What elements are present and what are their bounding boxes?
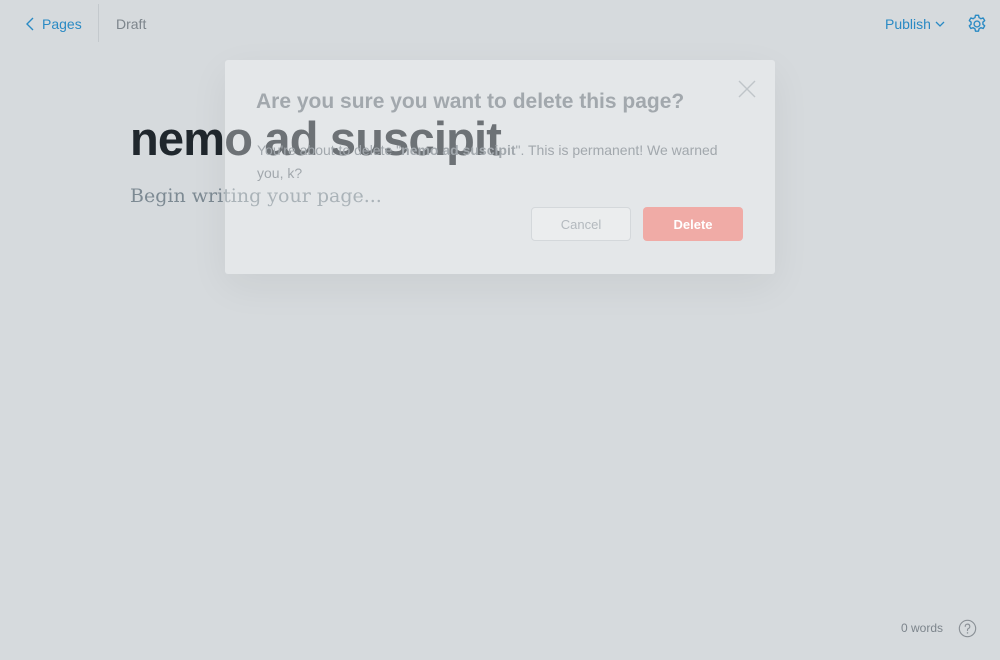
gear-icon[interactable]: [966, 13, 988, 35]
modal-message: You're about to delete "nemo ad suscipit…: [257, 139, 727, 185]
close-icon[interactable]: [738, 80, 756, 98]
modal-message-prefix: You're about to delete ": [257, 142, 402, 158]
chevron-down-icon: [935, 21, 945, 27]
question-icon[interactable]: [958, 619, 977, 638]
publish-label: Publish: [885, 16, 931, 32]
post-status: Draft: [116, 16, 147, 32]
chevron-left-icon: [26, 17, 34, 31]
publish-button[interactable]: Publish: [885, 16, 945, 32]
modal-page-name: nemo ad suscipit: [401, 142, 516, 158]
delete-confirm-modal: Are you sure you want to delete this pag…: [225, 60, 775, 274]
editor-topbar: Pages Draft Publish: [0, 0, 1000, 48]
back-to-pages-link[interactable]: Pages: [24, 12, 82, 36]
cancel-button[interactable]: Cancel: [531, 207, 631, 241]
word-count: 0 words: [901, 621, 944, 635]
topbar-divider: [98, 4, 99, 42]
back-link-label: Pages: [42, 16, 82, 32]
modal-title: Are you sure you want to delete this pag…: [256, 90, 685, 113]
delete-button[interactable]: Delete: [643, 207, 743, 241]
